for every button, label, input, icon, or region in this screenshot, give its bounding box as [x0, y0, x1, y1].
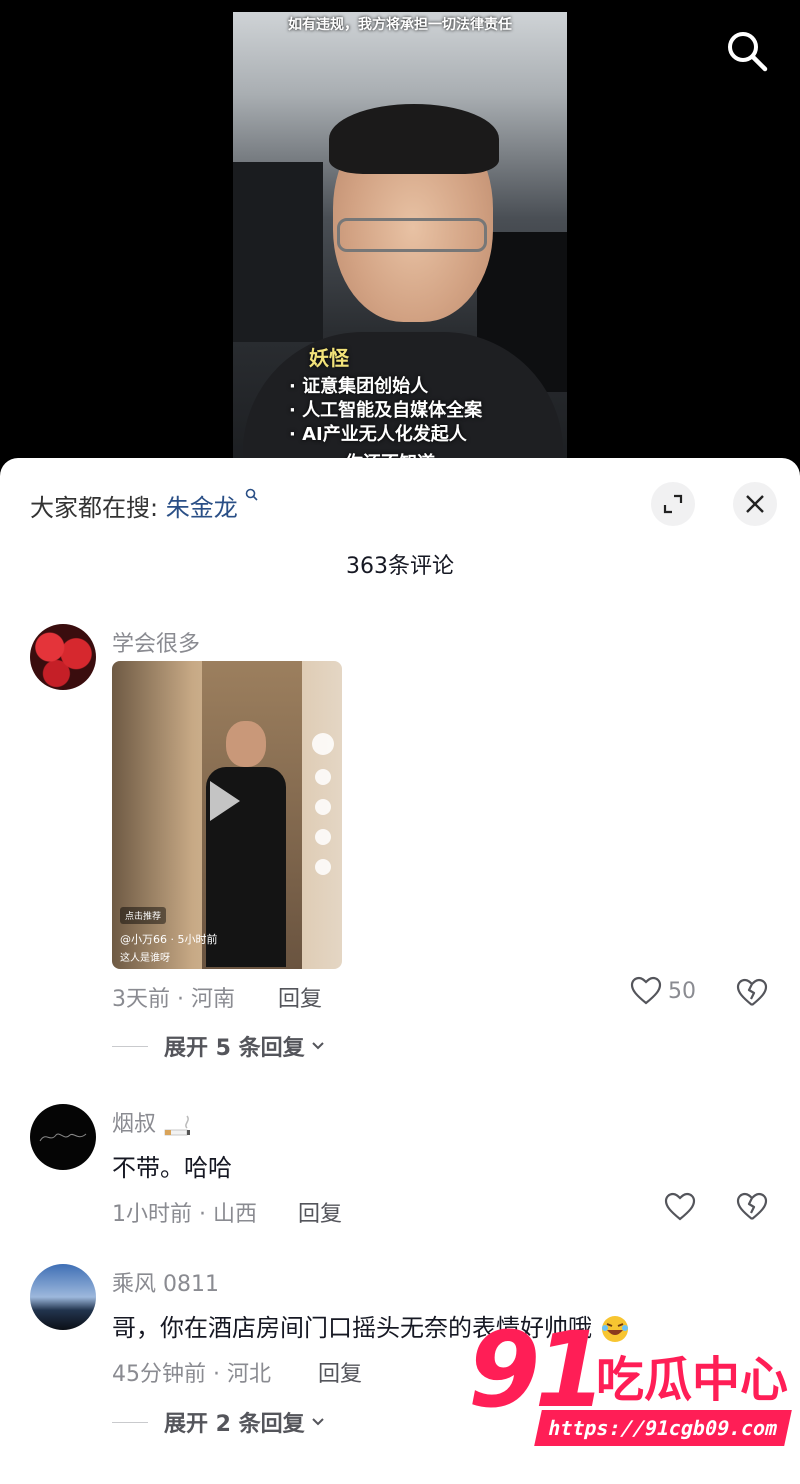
watermark-url: https://91cgb09.com	[534, 1410, 792, 1446]
reply-button[interactable]: 回复	[278, 981, 322, 1013]
expand-panel-button[interactable]	[651, 482, 695, 526]
close-icon	[746, 495, 764, 513]
video-person-glasses	[337, 218, 487, 252]
expand-replies-button[interactable]: 展开 2 条回复	[112, 1406, 327, 1438]
comment-count: 363条评论	[346, 554, 454, 579]
comment-username[interactable]: 乘风 0811	[112, 1266, 219, 1298]
search-suggestion-keyword[interactable]: 朱金龙	[166, 494, 238, 522]
comment-time-location: 1小时前 · 山西	[112, 1202, 257, 1227]
watermark-number: 91	[468, 1309, 607, 1431]
like-button[interactable]: 50	[630, 976, 696, 1006]
thumbnail-person	[206, 721, 286, 969]
comment-time-location: 3天前 · 河南	[112, 987, 235, 1012]
comment-video-thumbnail[interactable]: 点击推荐 @小万66 · 5小时前 这人是谁呀	[112, 661, 342, 969]
divider-line	[112, 1045, 148, 1047]
video-frame[interactable]: 如有违规，我方将承担一切法律责任 妖怪 · 证意集团创始人 · 人工智能及自媒体…	[233, 12, 567, 470]
video-overlay-title: 妖怪	[309, 346, 349, 370]
heart-icon	[630, 976, 662, 1005]
video-overlay-text: 妖怪 · 证意集团创始人 · 人工智能及自媒体全案 · AI产业无人化发起人 你…	[289, 342, 482, 470]
expand-replies-label: 展开 5 条回复	[164, 1036, 305, 1061]
comment-username[interactable]: 烟叔	[112, 1106, 193, 1138]
search-icon	[728, 32, 768, 72]
chevron-down-icon	[311, 1418, 324, 1426]
reply-button[interactable]: 回复	[298, 1196, 342, 1228]
thumbnail-recommend-label: 点击推荐	[120, 907, 167, 924]
watermark-name: 吃瓜中心	[596, 1352, 789, 1408]
video-background-cabinet	[233, 162, 323, 342]
expand-icon	[663, 494, 683, 514]
avatar[interactable]	[30, 1104, 96, 1170]
chevron-down-icon	[311, 1042, 324, 1050]
avatar[interactable]	[30, 624, 96, 690]
video-overlay-line: · 人工智能及自媒体全案	[289, 400, 483, 421]
divider-line	[112, 1421, 148, 1423]
cigarette-emoji-icon	[164, 1115, 191, 1136]
expand-replies-label: 展开 2 条回复	[164, 1412, 305, 1437]
watermark-logo: 91 吃瓜中心 https://91cgb09.com	[468, 1309, 792, 1448]
play-icon	[210, 781, 240, 821]
search-button[interactable]	[724, 28, 770, 74]
thumbnail-share-icon	[315, 859, 331, 875]
video-player[interactable]: 如有违规，我方将承担一切法律责任 妖怪 · 证意集团创始人 · 人工智能及自媒体…	[0, 0, 800, 470]
thumbnail-comment-icon	[315, 799, 331, 815]
like-count: 50	[668, 978, 696, 1004]
heart-icon	[664, 1192, 696, 1221]
reply-button[interactable]: 回复	[318, 1356, 362, 1388]
video-overlay-line: · 证意集团创始人	[289, 376, 429, 397]
small-search-icon	[246, 488, 258, 501]
thumbnail-user: @小万66 · 5小时前	[120, 933, 218, 946]
dislike-button[interactable]	[736, 1192, 768, 1224]
comment-username[interactable]: 学会很多	[112, 626, 200, 658]
comment-time-location: 45分钟前 · 河北	[112, 1362, 271, 1387]
broken-heart-icon	[736, 1192, 768, 1220]
close-panel-button[interactable]	[733, 482, 777, 526]
avatar[interactable]	[30, 1264, 96, 1330]
thumbnail-side-actions	[310, 733, 336, 875]
thumbnail-star-icon	[315, 829, 331, 845]
thumbnail-avatar-icon	[312, 733, 334, 755]
expand-replies-button[interactable]: 展开 5 条回复	[112, 1030, 327, 1062]
like-button[interactable]	[664, 1192, 696, 1222]
broken-heart-icon	[736, 978, 768, 1006]
video-overlay-line: · AI产业无人化发起人	[289, 424, 467, 445]
video-caption-top: 如有违规，我方将承担一切法律责任	[288, 17, 512, 33]
thumbnail-heart-icon	[315, 769, 331, 785]
dislike-button[interactable]	[736, 978, 768, 1010]
search-suggestion-prefix: 大家都在搜:	[30, 494, 159, 522]
comment-username-text: 烟叔	[112, 1112, 157, 1137]
video-person-hair	[329, 104, 499, 174]
search-suggestion[interactable]: 大家都在搜: 朱金龙	[30, 488, 259, 523]
comment-text: 不带。哈哈	[112, 1154, 232, 1182]
thumbnail-text: 这人是谁呀	[120, 953, 170, 964]
avatar-signature	[39, 1133, 87, 1142]
